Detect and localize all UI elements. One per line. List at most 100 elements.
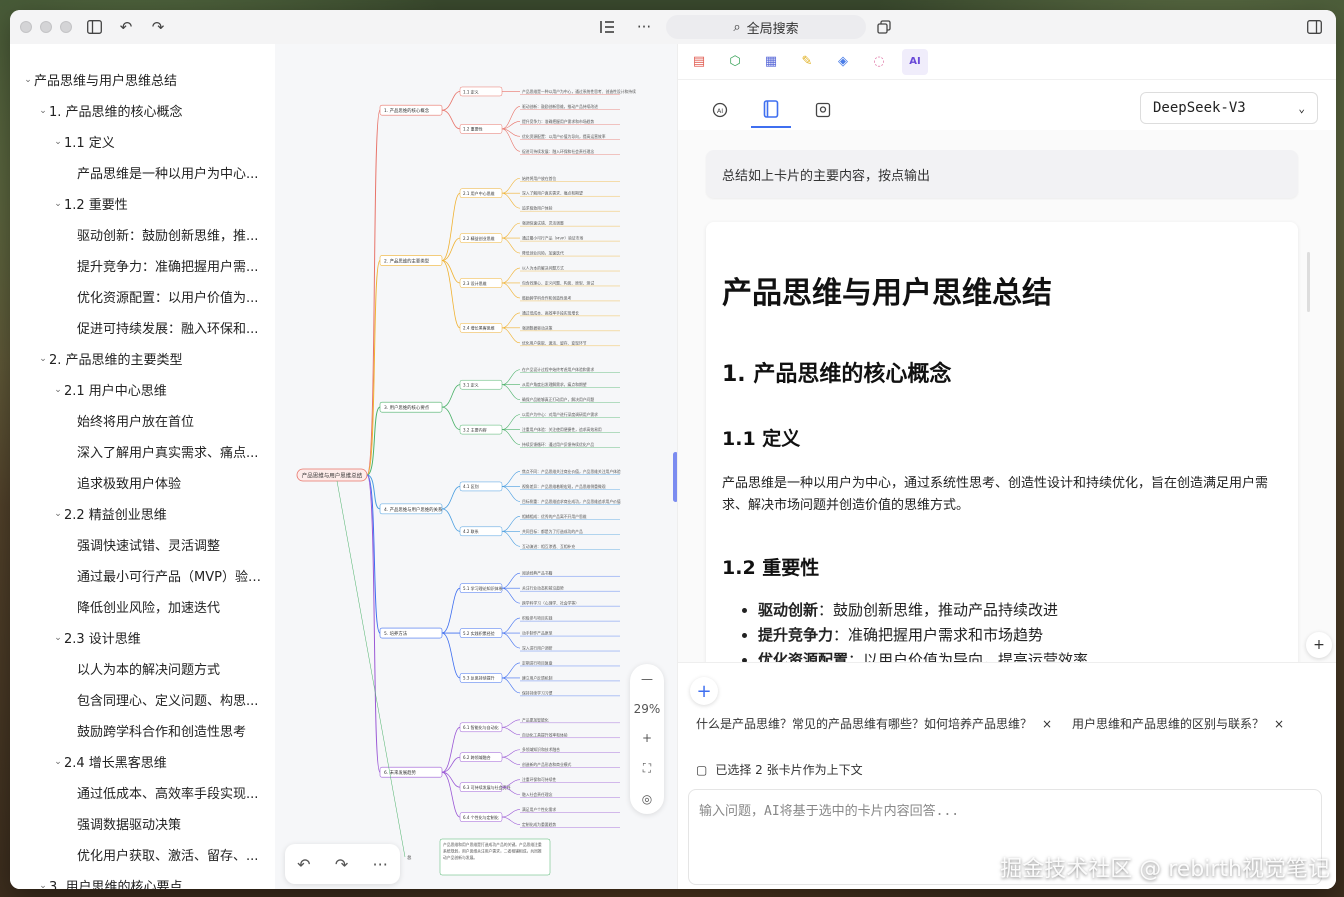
mindmap-leaf-label[interactable]: 注重用户体验：关注使用便捷性，追求高效易用	[522, 427, 602, 432]
mindmap-leaf-label[interactable]: 强调快速试错、灵活调整	[522, 221, 564, 226]
tag-icon[interactable]: ◈	[830, 49, 856, 75]
close-icon[interactable]: ×	[1042, 717, 1052, 731]
mindmap-sub-label[interactable]: 2.1 用户中心思维	[463, 190, 495, 196]
mindmap-root-label[interactable]: 产品思维与用户思维总结	[302, 472, 363, 480]
mindmap-leaf-label[interactable]: 驱动创新：鼓励创新思维，推动产品持续改进	[522, 104, 598, 109]
mindmap-connector[interactable]	[501, 617, 521, 634]
canvas-redo-icon[interactable]: ↷	[335, 855, 348, 874]
window-controls[interactable]	[20, 21, 72, 33]
mindmap-connector[interactable]	[501, 327, 521, 344]
mindmap-leaf-label[interactable]: 持续反馈循环：通过用户反馈持续优化产品	[522, 442, 594, 447]
mindmap-connector[interactable]	[501, 222, 521, 239]
outline-item[interactable]: 促进可持续发展：融入环保和...	[10, 312, 272, 343]
outline-view-icon[interactable]	[595, 15, 619, 39]
mindmap-leaf-label[interactable]: 深入了解用户真实需求、痛点和期望	[522, 191, 583, 196]
mindmap-leaf-label[interactable]: 以人为本的解决问题方式	[522, 266, 564, 271]
outline-item[interactable]: ⌄ 产品思维与用户思维总结	[10, 64, 272, 95]
outline-item[interactable]: 降低创业风险，加速迭代	[10, 591, 272, 622]
mindmap-branch-label[interactable]: 5. 培养方法	[384, 630, 408, 637]
redo-icon[interactable]: ↷	[146, 15, 170, 39]
mindmap-connector[interactable]	[501, 471, 521, 487]
chevron-down-icon[interactable]: ⌄	[37, 354, 49, 364]
stack-icon[interactable]: ▦	[758, 49, 784, 75]
mindmap-canvas[interactable]: 产品思维与用户思维总结 1. 产品思维的核心概念 1.1 定义 产品思维是一种以用户为…	[275, 44, 677, 889]
more-icon[interactable]: ···	[632, 15, 656, 39]
mindmap-connector[interactable]	[441, 587, 461, 634]
tab-ai-chat[interactable]: AI	[700, 92, 740, 128]
mindmap-connector[interactable]	[441, 260, 461, 284]
mindmap-connector[interactable]	[441, 406, 461, 430]
zoom-window-button[interactable]	[60, 21, 72, 33]
mindmap-sub-label[interactable]: 3.2 主要内容	[463, 426, 487, 432]
mindmap-leaf-label[interactable]: 追求极致用户体验	[522, 206, 553, 211]
mindmap-leaf-label[interactable]: 在产品设计过程中始终考虑用户体验和需求	[522, 367, 594, 372]
outline-item[interactable]: 鼓励跨学科合作和创造性思考	[10, 715, 272, 746]
mindmap-sub-label[interactable]: 2.3 设计思维	[463, 280, 487, 286]
mindmap-leaf-label[interactable]: 融入社会责任理念	[522, 792, 553, 797]
outline-item[interactable]: 始终将用户放在首位	[10, 405, 272, 436]
outline-item[interactable]: ⌄ 2.3 设计思维	[10, 622, 272, 653]
copy-window-icon[interactable]	[872, 15, 896, 39]
mindmap-leaf-label[interactable]: 阅读经典产品书籍	[522, 571, 553, 576]
canvas-more-icon[interactable]: ···	[373, 855, 388, 874]
mindmap-leaf-label[interactable]: 产品更加智能化	[522, 717, 549, 722]
ai-tool-icon[interactable]: AI	[902, 48, 928, 75]
mindmap-leaf-label[interactable]: 以用户为中心：对用户进行深度调研用户需求	[522, 412, 598, 417]
screenshot-icon[interactable]: ◎	[642, 792, 652, 806]
outline-item[interactable]: ⌄ 3. 用户思维的核心要点	[10, 870, 272, 889]
right-panel-toggle-icon[interactable]	[1302, 15, 1326, 39]
close-icon[interactable]: ×	[1274, 717, 1284, 731]
mindmap-branch-label[interactable]: 4. 产品思维与用户思维的关系	[384, 506, 443, 513]
mindmap-leaf-label[interactable]: 鼓励跨学科合作和创造性思考	[522, 295, 572, 300]
chat-scroll[interactable]: 总结如上卡片的主要内容，按点输出 产品思维与用户思维总结 1. 产品思维的核心概…	[678, 130, 1336, 662]
suggestion-chip[interactable]: 什么是产品思维？常见的产品思维有哪些？如何培养产品思维？ ×	[696, 715, 1052, 732]
mindmap-leaf-label[interactable]: 降低创业风险，加速迭代	[522, 251, 564, 256]
mindmap-branch-label[interactable]: 6. 未来发展趋势	[384, 769, 417, 776]
mindmap-connector[interactable]	[501, 414, 521, 430]
canvas-undo-icon[interactable]: ↶	[297, 855, 310, 874]
cube-icon[interactable]: ⬡	[722, 49, 748, 75]
zoom-in-icon[interactable]: +	[642, 731, 652, 745]
mindmap-connector[interactable]	[441, 384, 461, 408]
mindmap-leaf-label[interactable]: 通过低成本、高效率手段实现增长	[522, 310, 579, 315]
fit-view-icon[interactable]: ⛶	[643, 761, 651, 776]
mindmap-sub-label[interactable]: 5.1 学习理论知识体系	[463, 585, 503, 591]
mindmap-leaf-label[interactable]: 共同目标：都是为了打造成功的产品	[522, 529, 583, 534]
outline-item[interactable]: 通过低成本、高效率手段实现...	[10, 777, 272, 808]
chevron-down-icon[interactable]: ⌄	[52, 757, 64, 767]
mindmap-connector[interactable]	[441, 91, 461, 111]
mindmap-connector[interactable]	[501, 816, 521, 825]
outline-item[interactable]: ⌄ 2.1 用户中心思维	[10, 374, 272, 405]
mindmap-connector[interactable]	[501, 192, 521, 209]
mindmap-connector[interactable]	[501, 531, 521, 547]
outline-item[interactable]: ⌄ 2.4 增长黑客思维	[10, 746, 272, 777]
mindmap-connector[interactable]	[501, 128, 521, 152]
mindmap-sub-label[interactable]: 2.2 精益创业思维	[463, 235, 495, 241]
mindmap-connector[interactable]	[501, 572, 521, 589]
mindmap-leaf-label[interactable]: 关注行业动态和前沿趋势	[522, 586, 564, 591]
mindmap-leaf-label[interactable]: 满足用户个性化需求	[522, 807, 556, 812]
mindmap-leaf-label[interactable]: 相辅相成：优秀的产品离不开用户思维	[522, 514, 587, 519]
mindmap-leaf-label[interactable]: 注重环保和可持续性	[522, 777, 556, 782]
undo-icon[interactable]: ↶	[114, 15, 138, 39]
mindmap-connector[interactable]	[336, 480, 406, 858]
mindmap-connector[interactable]	[501, 727, 521, 736]
mindmap-leaf-label[interactable]: 保持持续学习习惯	[522, 690, 553, 695]
suggestion-chip[interactable]: 用户思维和产品思维的区别与联系？ ×	[1072, 715, 1284, 732]
mindmap-branch-label[interactable]: 2. 产品思维的主要类型	[384, 258, 430, 265]
mindmap-leaf-label[interactable]: 优化资源配置：以用户价值为导向，提高运营效率	[522, 134, 606, 139]
mindmap-connector[interactable]	[501, 267, 521, 284]
mindmap-leaf-label[interactable]: 多领域知识和技术融合	[522, 747, 560, 752]
mindmap-connector[interactable]	[441, 756, 461, 773]
mindmap-leaf-label[interactable]: 优化用户获取、激活、留存、变现环节	[522, 340, 587, 345]
mindmap-connector[interactable]	[501, 632, 521, 649]
outline-item[interactable]: ⌄ 2.2 精益创业思维	[10, 498, 272, 529]
mindmap-connector[interactable]	[441, 237, 461, 261]
mindmap-leaf-label[interactable]: 自动化工具提升效率和体验	[522, 732, 568, 737]
close-window-button[interactable]	[20, 21, 32, 33]
mindmap-sub-label[interactable]: 3.1 定义	[463, 382, 479, 388]
outline-item[interactable]: ⌄ 1. 产品思维的核心概念	[10, 95, 272, 126]
mindmap-connector[interactable]	[501, 384, 521, 400]
mindmap-branch-label[interactable]: 3. 用户思维的核心要点	[384, 404, 430, 411]
outline-item[interactable]: 产品思维是一种以用户为中心...	[10, 157, 272, 188]
